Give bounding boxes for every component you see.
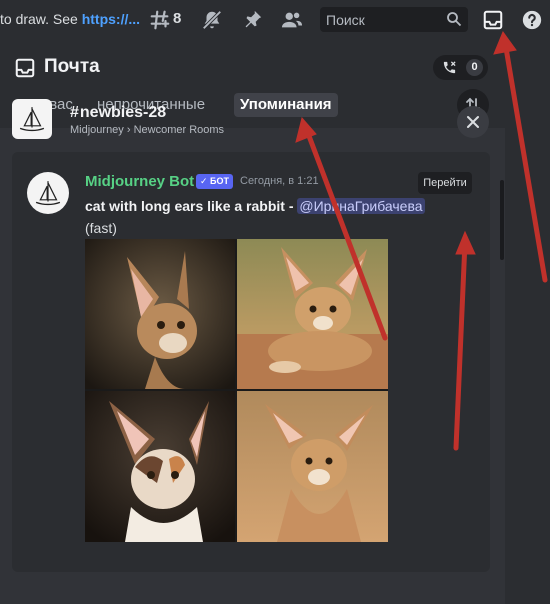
channel-hash-icon: # <box>70 104 79 121</box>
message-prompt: cat with long ears like a rabbit - <box>85 198 298 214</box>
cat-images <box>85 239 388 542</box>
phone-icon <box>442 60 457 75</box>
inbox-title: Почта <box>44 56 100 77</box>
search-input[interactable] <box>320 7 452 32</box>
cat-image-3 <box>85 391 235 542</box>
sailboat-icon <box>35 181 61 206</box>
generated-image-grid[interactable] <box>85 239 388 542</box>
missed-calls-count: 0 <box>466 59 483 76</box>
inbox-title-icon <box>14 57 36 79</box>
cat-image-1 <box>85 239 235 389</box>
pin-icon[interactable] <box>240 8 264 32</box>
channel-path: Midjourney › Newcomer Rooms <box>70 124 225 136</box>
sailboat-icon <box>19 107 45 132</box>
search-icon <box>446 11 462 27</box>
members-icon[interactable] <box>280 8 304 32</box>
search-box[interactable] <box>320 7 468 32</box>
missed-calls-button[interactable]: 0 <box>433 55 488 80</box>
topic-text: to draw. See <box>0 11 82 27</box>
message-mode: (fast) <box>85 220 117 236</box>
inbox-icon[interactable] <box>481 8 505 32</box>
jump-button[interactable]: Перейти <box>418 172 472 194</box>
cat-image-4 <box>237 391 388 542</box>
topic-link[interactable]: https://... <box>82 11 140 27</box>
background-column <box>505 40 550 604</box>
channel-name-text: newbies-28 <box>79 104 167 121</box>
message-author[interactable]: Midjourney Bot <box>85 173 194 190</box>
channel-name[interactable]: #newbies-28 <box>70 104 166 122</box>
help-icon[interactable] <box>520 8 544 32</box>
avatar[interactable] <box>27 172 69 214</box>
mute-icon[interactable] <box>200 8 224 32</box>
close-button[interactable] <box>457 106 489 138</box>
tab-mentions[interactable]: Упоминания <box>234 93 338 117</box>
scrollbar[interactable] <box>500 180 504 260</box>
bot-badge: ✓ БОТ <box>196 174 234 189</box>
channel-topic: to draw. See https://... <box>0 11 140 27</box>
cat-image-2 <box>237 239 388 389</box>
threads-icon[interactable] <box>148 8 172 32</box>
message-timestamp: Сегодня, в 1:21 <box>240 175 319 187</box>
message-content: cat with long ears like a rabbit - @Ирин… <box>85 198 425 214</box>
threads-count: 8 <box>173 10 182 27</box>
server-icon[interactable] <box>12 99 52 139</box>
channel-topbar: to draw. See https://... 8 <box>0 0 550 40</box>
user-mention[interactable]: @ИринаГрибачева <box>297 198 425 214</box>
close-icon <box>467 116 479 128</box>
